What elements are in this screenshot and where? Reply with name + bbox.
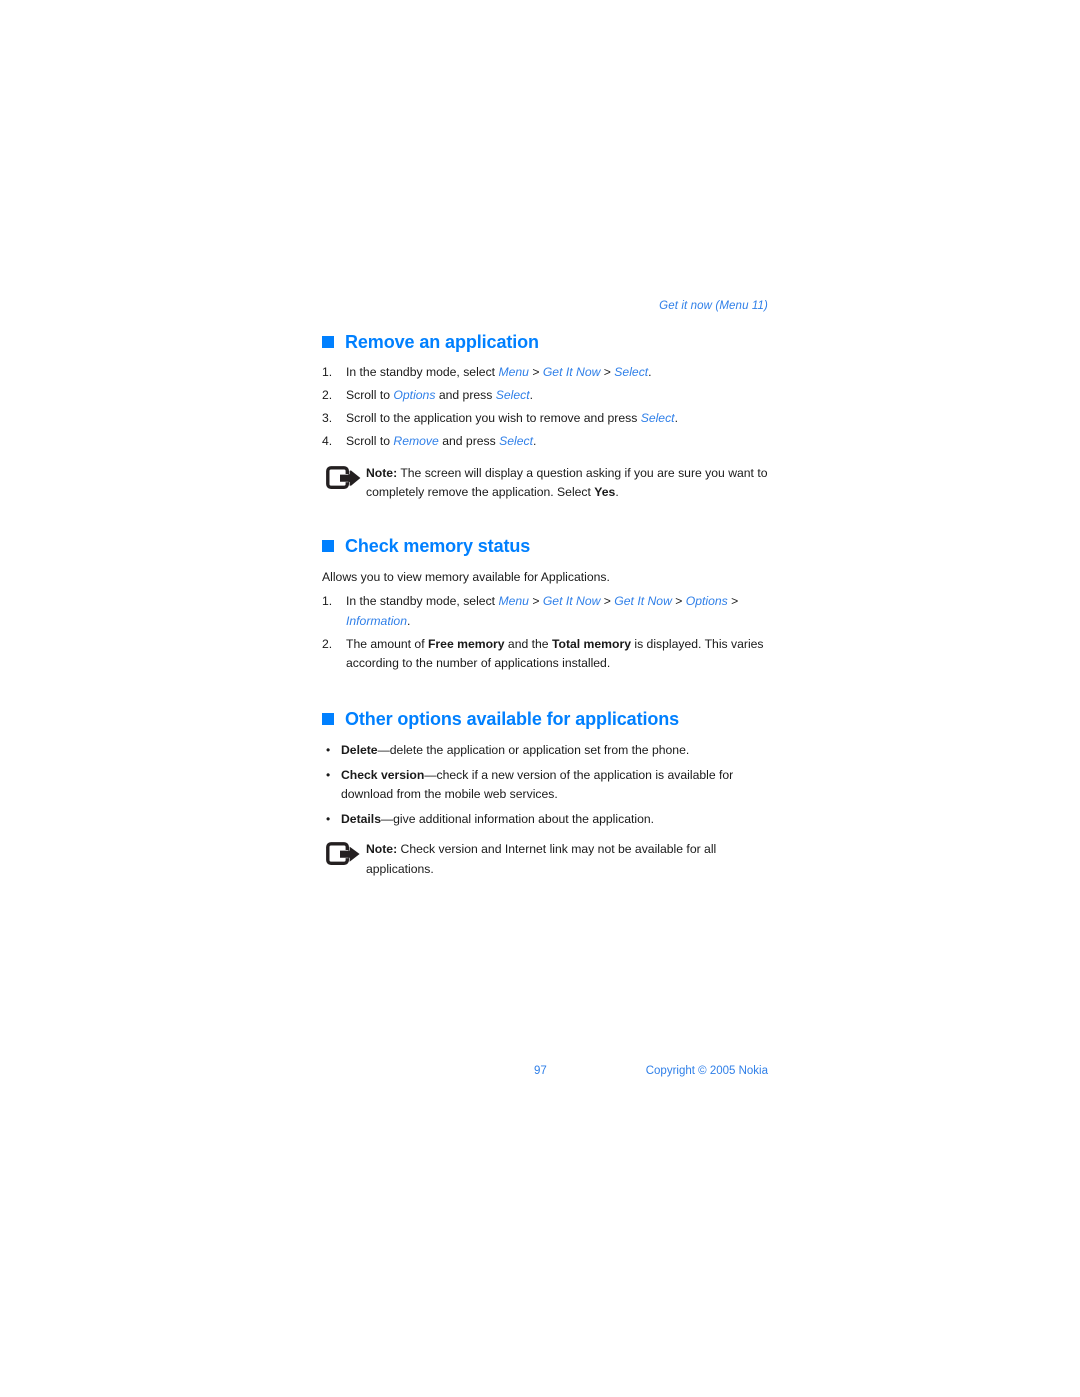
heading-square-icon [322, 713, 334, 726]
emphasis-term: Free memory [427, 636, 505, 651]
memory-steps-list: 1. In the standby mode, select Menu > Get… [322, 592, 768, 674]
page-content: Get it now (Menu 11) Remove an applicati… [322, 300, 768, 883]
bullet-item: • Details—give additional information abo… [322, 810, 768, 830]
text-run: Scroll to the application you wish to re… [346, 411, 641, 426]
ui-term: Menu [498, 594, 529, 609]
text-run: —delete the application or application s… [377, 742, 690, 757]
emphasis-term: Note: [366, 465, 398, 480]
text-run: In the standby mode, select [346, 365, 499, 380]
heading-text: Remove an application [345, 331, 539, 352]
bullet-glyph-icon: • [326, 742, 331, 757]
step-number: 3. [322, 411, 333, 426]
emphasis-term: Details [341, 812, 381, 827]
bullet-text: Delete—delete the application or applica… [341, 741, 768, 761]
text-run: > [600, 594, 615, 609]
bullet-item: • Delete—delete the application or applic… [322, 741, 768, 761]
text-run: Scroll to [346, 388, 394, 403]
bullet-text: Details—give additional information abou… [341, 810, 768, 830]
heading-text: Check memory status [345, 536, 531, 557]
heading-text: Other options available for applications [345, 709, 680, 730]
numbered-step: 2. Scroll to Options and press Select. [322, 386, 768, 406]
ui-term: Get It Now [614, 594, 672, 609]
bullet-glyph-icon: • [326, 767, 331, 782]
text-run: . [674, 411, 678, 426]
ui-term: Select [614, 365, 649, 380]
step-number: 2. [322, 388, 333, 403]
text-run: . [406, 613, 411, 628]
numbered-step: 1. In the standby mode, select Menu > Get… [322, 363, 768, 383]
text-run: . [615, 485, 619, 500]
ui-term: Select [495, 388, 530, 403]
ui-term: Get It Now [542, 365, 601, 380]
memory-intro-text: Allows you to view memory available for … [322, 569, 610, 584]
text-run: Scroll to [346, 433, 394, 448]
ui-term: Select [499, 433, 533, 448]
ui-term: Menu [498, 365, 529, 380]
ui-term: Remove [393, 433, 439, 448]
running-header: Get it now (Menu 11) [659, 300, 768, 312]
text-run: —give additional information about the a… [380, 812, 655, 827]
step-number: 1. [322, 594, 333, 609]
note-other-options-text: Note: Check version and Internet link ma… [366, 840, 768, 880]
step-number: 2. [322, 636, 333, 651]
text-run: and press [435, 388, 496, 403]
heading-square-icon [322, 540, 334, 553]
step-text: In the standby mode, select Menu > Get I… [346, 592, 768, 632]
numbered-step: 1. In the standby mode, select Menu > Get… [322, 592, 768, 632]
text-run: > [528, 365, 543, 380]
step-text: Scroll to Remove and press Select. [346, 432, 768, 452]
text-run: > [727, 594, 739, 609]
note-other-options: Note: Check version and Internet link ma… [326, 840, 768, 880]
text-run: > [600, 365, 615, 380]
page-number: 97 [534, 1065, 547, 1077]
emphasis-term: Delete [341, 742, 378, 757]
text-run: and press [438, 433, 500, 448]
numbered-step: 2. The amount of Free memory and the Tota… [322, 635, 768, 675]
text-run: In the standby mode, select [346, 594, 499, 609]
text-run: The amount of [346, 636, 428, 651]
emphasis-term: Total memory [551, 636, 631, 651]
heading-square-icon [322, 336, 334, 349]
step-number: 4. [322, 433, 333, 448]
ui-term: Options [685, 594, 728, 609]
other-options-bullet-list: • Delete—delete the application or applic… [322, 741, 768, 830]
text-run: . [532, 433, 537, 448]
numbered-step: 4. Scroll to Remove and press Select. [322, 432, 768, 452]
emphasis-term: Check version [341, 767, 425, 782]
note-arrow-icon [326, 840, 366, 880]
text-run: The screen will display a question askin… [366, 465, 768, 500]
document-page: Get it now (Menu 11) Remove an applicati… [0, 0, 1080, 1397]
page-footer: 97 Copyright © 2005 Nokia [322, 1065, 768, 1077]
step-number: 1. [322, 365, 333, 380]
heading-check-memory-status: Check memory status [322, 536, 768, 557]
text-run: . [648, 365, 652, 380]
emphasis-term: Note: [366, 841, 398, 856]
step-text: Scroll to Options and press Select. [346, 386, 768, 406]
step-text: In the standby mode, select Menu > Get I… [346, 363, 768, 383]
bullet-text: Check version—check if a new version of … [341, 766, 768, 806]
step-text: Scroll to the application you wish to re… [346, 409, 768, 429]
bullet-item: • Check version—check if a new version of… [322, 766, 768, 806]
ui-term: Options [393, 388, 436, 403]
note-arrow-icon [326, 464, 366, 504]
text-run: Check version and Internet link may not … [366, 841, 717, 876]
numbered-step: 3. Scroll to the application you wish to … [322, 409, 768, 429]
heading-remove-an-application: Remove an application [322, 332, 768, 353]
copyright-notice: Copyright © 2005 Nokia [645, 1065, 768, 1077]
emphasis-term: Yes [594, 485, 616, 500]
note-remove: Note: The screen will display a question… [326, 464, 768, 504]
text-run: and the [504, 636, 552, 651]
remove-steps-list: 1. In the standby mode, select Menu > Get… [322, 363, 768, 451]
heading-other-options: Other options available for applications [322, 709, 768, 730]
text-run: . [529, 388, 533, 403]
text-run: > [671, 594, 686, 609]
ui-term: Get It Now [542, 594, 601, 609]
ui-term: Select [640, 411, 675, 426]
bullet-glyph-icon: • [326, 812, 331, 827]
note-remove-text: Note: The screen will display a question… [366, 464, 768, 504]
text-run: > [528, 594, 543, 609]
ui-term: Information [346, 613, 407, 628]
step-text: The amount of Free memory and the Total … [346, 635, 768, 675]
